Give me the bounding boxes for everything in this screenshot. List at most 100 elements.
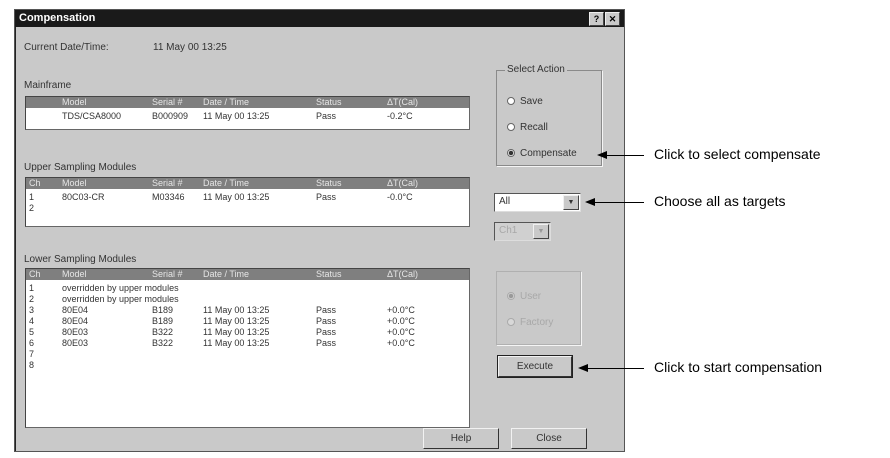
cell-model: TDS/CSA8000 bbox=[62, 111, 122, 121]
table-row[interactable]: 7 bbox=[26, 349, 469, 360]
annotation-compensate: Click to select compensate bbox=[654, 146, 821, 162]
radio-recall[interactable]: Recall bbox=[507, 122, 548, 133]
cell-model: 80E03 bbox=[62, 327, 89, 337]
cell-model: 80E04 bbox=[62, 316, 89, 326]
radio-button[interactable] bbox=[507, 149, 515, 157]
cell-ch: 2 bbox=[29, 294, 35, 304]
cell-ch: 1 bbox=[29, 283, 35, 293]
cell-serial: M03346 bbox=[152, 192, 185, 202]
cell-delta-t: +0.0°C bbox=[387, 327, 415, 337]
radio-button[interactable] bbox=[507, 97, 515, 105]
chevron-down-icon[interactable]: ▼ bbox=[563, 195, 579, 210]
column-header: Serial # bbox=[152, 97, 183, 107]
compensation-dialog: Compensation ? ✕ Current Date/Time: 11 M… bbox=[14, 9, 625, 452]
column-header: Status bbox=[316, 178, 342, 188]
mainframe-table-header: Model Serial # Date / Time Status ΔT(Cal… bbox=[26, 97, 469, 108]
table-row[interactable]: TDS/CSA8000 B000909 11 May 00 13:25 Pass… bbox=[26, 111, 469, 123]
select-action-group: Select Action Save Recall Compensate bbox=[496, 64, 602, 166]
column-header: Status bbox=[316, 269, 342, 279]
execute-button[interactable]: Execute bbox=[497, 355, 573, 378]
channel-select-value: Ch1 bbox=[499, 225, 518, 236]
table-row[interactable]: 1 80C03-CR M03346 11 May 00 13:25 Pass -0.0°C bbox=[26, 192, 469, 203]
cell-serial: B189 bbox=[152, 316, 174, 326]
cell-datetime: 11 May 00 13:25 bbox=[203, 327, 270, 337]
mainframe-section-label: Mainframe bbox=[24, 80, 72, 91]
select-action-title: Select Action bbox=[505, 64, 567, 75]
radio-save[interactable]: Save bbox=[507, 96, 543, 107]
column-header: Model bbox=[62, 269, 87, 279]
help-button[interactable]: Help bbox=[423, 428, 499, 449]
column-header: Date / Time bbox=[203, 97, 250, 107]
radio-recall-label: Recall bbox=[520, 122, 548, 133]
cell-delta-t: -0.0°C bbox=[387, 192, 413, 202]
radio-user-label: User bbox=[520, 291, 542, 302]
cell-serial: B189 bbox=[152, 305, 174, 315]
cell-model: 80E03 bbox=[62, 338, 89, 348]
table-row[interactable]: 4 80E04 B189 11 May 00 13:25 Pass +0.0°C bbox=[26, 316, 469, 327]
cell-datetime: 11 May 00 13:25 bbox=[203, 111, 270, 121]
cell-serial: B000909 bbox=[152, 111, 189, 121]
cell-datetime: 11 May 00 13:25 bbox=[203, 316, 270, 326]
cell-serial: B322 bbox=[152, 338, 174, 348]
radio-button bbox=[507, 292, 515, 300]
column-header: Ch bbox=[29, 269, 41, 279]
close-title-button[interactable]: ✕ bbox=[605, 12, 620, 26]
cell-status: Pass bbox=[316, 192, 337, 202]
table-row[interactable]: 6 80E03 B322 11 May 00 13:25 Pass +0.0°C bbox=[26, 338, 469, 349]
annotation-targets: Choose all as targets bbox=[654, 193, 786, 209]
cell-model: 80E04 bbox=[62, 305, 89, 315]
table-row[interactable]: 3 80E04 B189 11 May 00 13:25 Pass +0.0°C bbox=[26, 305, 469, 316]
cell-datetime: 11 May 00 13:25 bbox=[203, 305, 270, 315]
cell-datetime: 11 May 00 13:25 bbox=[203, 192, 270, 202]
close-button[interactable]: Close bbox=[511, 428, 587, 449]
cell-ch: 7 bbox=[29, 349, 35, 359]
upper-modules-section-label: Upper Sampling Modules bbox=[24, 162, 137, 173]
cell-model: overridden by upper modules bbox=[62, 294, 179, 304]
column-header: Date / Time bbox=[203, 269, 250, 279]
cell-delta-t: +0.0°C bbox=[387, 338, 415, 348]
arrow-line bbox=[585, 368, 644, 369]
cell-serial: B322 bbox=[152, 327, 174, 337]
mode-group: User Factory bbox=[496, 271, 581, 345]
target-select[interactable]: All ▼ bbox=[494, 193, 581, 212]
cell-ch: 6 bbox=[29, 338, 35, 348]
table-row[interactable]: 2 bbox=[26, 203, 469, 214]
cell-delta-t: -0.2°C bbox=[387, 111, 413, 121]
arrow-line bbox=[604, 155, 644, 156]
cell-ch: 3 bbox=[29, 305, 35, 315]
radio-save-label: Save bbox=[520, 96, 543, 107]
cell-ch: 8 bbox=[29, 360, 35, 370]
radio-button bbox=[507, 318, 515, 326]
target-select-value: All bbox=[499, 196, 511, 207]
window-title: Compensation bbox=[19, 12, 96, 24]
column-header: ΔT(Cal) bbox=[387, 97, 419, 107]
radio-compensate[interactable]: Compensate bbox=[507, 148, 577, 159]
cell-status: Pass bbox=[316, 305, 337, 315]
column-header: Model bbox=[62, 97, 87, 107]
title-bar[interactable]: Compensation ? ✕ bbox=[15, 10, 624, 27]
table-row[interactable]: 8 bbox=[26, 360, 469, 371]
cell-ch: 4 bbox=[29, 316, 35, 326]
table-row[interactable]: 1 overridden by upper modules bbox=[26, 283, 469, 294]
radio-factory: Factory bbox=[507, 317, 553, 328]
radio-button[interactable] bbox=[507, 123, 515, 131]
cell-delta-t: +0.0°C bbox=[387, 316, 415, 326]
cell-status: Pass bbox=[316, 111, 337, 121]
cell-ch: 1 bbox=[29, 192, 35, 202]
lower-modules-section-label: Lower Sampling Modules bbox=[24, 254, 137, 265]
cell-delta-t: +0.0°C bbox=[387, 305, 415, 315]
cell-datetime: 11 May 00 13:25 bbox=[203, 338, 270, 348]
radio-compensate-label: Compensate bbox=[520, 148, 577, 159]
table-row[interactable]: 5 80E03 B322 11 May 00 13:25 Pass +0.0°C bbox=[26, 327, 469, 338]
table-row[interactable]: 2 overridden by upper modules bbox=[26, 294, 469, 305]
current-datetime-label: Current Date/Time: bbox=[24, 42, 109, 53]
cell-status: Pass bbox=[316, 316, 337, 326]
upper-modules-table-header: Ch Model Serial # Date / Time Status ΔT(… bbox=[26, 178, 469, 189]
radio-factory-label: Factory bbox=[520, 317, 554, 328]
cell-status: Pass bbox=[316, 327, 337, 337]
cell-status: Pass bbox=[316, 338, 337, 348]
cell-ch: 5 bbox=[29, 327, 35, 337]
arrow-line bbox=[592, 202, 644, 203]
lower-modules-table: Ch Model Serial # Date / Time Status ΔT(… bbox=[25, 268, 470, 428]
help-title-button[interactable]: ? bbox=[589, 12, 604, 26]
